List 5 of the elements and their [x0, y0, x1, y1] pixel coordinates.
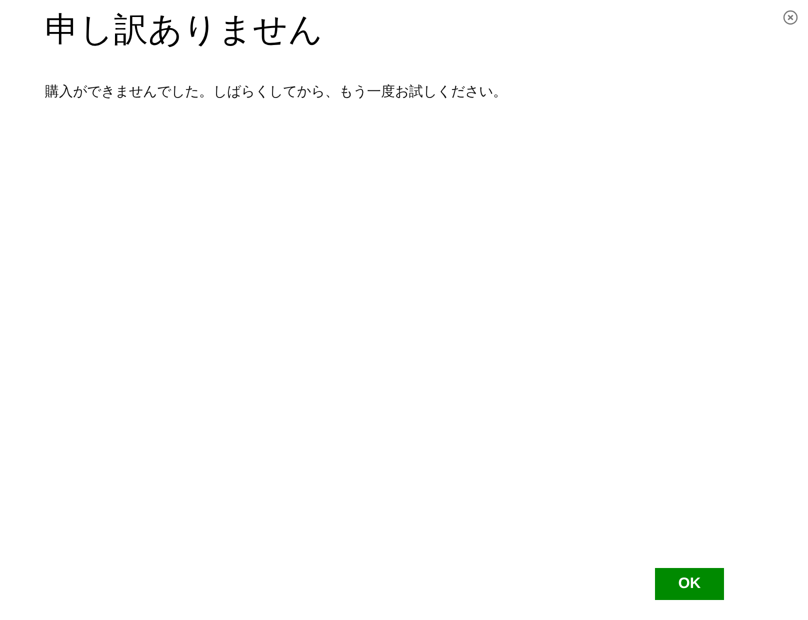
close-icon — [783, 10, 798, 25]
ok-button[interactable]: OK — [655, 568, 724, 600]
dialog-title: 申し訳ありません — [45, 10, 323, 51]
error-message: 購入ができませんでした。しばらくしてから、もう一度お試しください。 — [45, 82, 508, 101]
close-button[interactable] — [783, 10, 798, 25]
